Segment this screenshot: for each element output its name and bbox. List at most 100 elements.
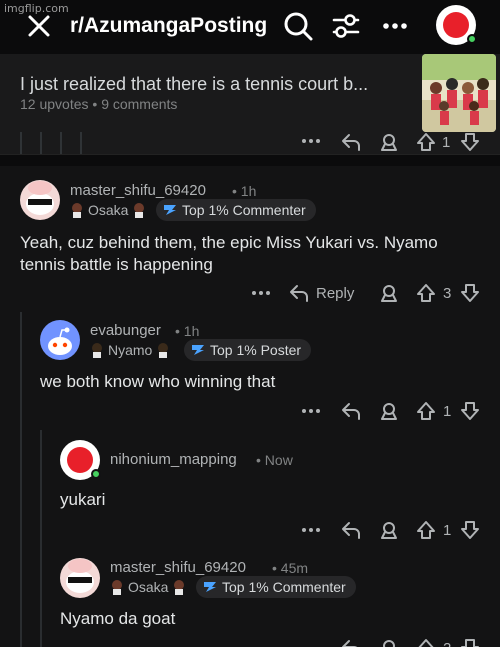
downvote-icon[interactable] [460, 520, 480, 540]
username[interactable]: master_shifu_69420 [70, 182, 206, 199]
vote-count: 3 [443, 285, 452, 302]
downvote-icon[interactable] [460, 401, 480, 421]
meta-separator: • [256, 452, 261, 468]
meta-separator: • [232, 183, 237, 199]
more-icon[interactable] [300, 523, 322, 537]
more-icon[interactable] [300, 404, 322, 418]
close-icon[interactable] [24, 11, 54, 41]
more-icon[interactable] [380, 12, 410, 40]
comment-meta: • 1h [232, 183, 256, 199]
award-icon[interactable] [378, 638, 400, 647]
comment-meta: • Now [256, 452, 293, 468]
post-thumbnail[interactable] [422, 54, 496, 132]
upvote-icon[interactable] [416, 401, 436, 421]
user-avatar[interactable] [436, 5, 477, 45]
thread-line [40, 430, 42, 647]
reply-button[interactable]: Reply [316, 285, 354, 302]
online-indicator [91, 469, 101, 479]
badge-text: Top 1% Commenter [182, 202, 306, 218]
nyamo-icon [158, 343, 169, 358]
badge: Top 1% Commenter [196, 576, 356, 598]
post-header[interactable]: I just realized that there is a tennis c… [0, 54, 500, 154]
reply-icon[interactable] [340, 638, 362, 647]
more-icon[interactable] [250, 286, 272, 300]
downvote-icon[interactable] [460, 283, 480, 303]
upvote-icon[interactable] [416, 132, 436, 152]
comment-count: 9 comments [101, 96, 178, 112]
comment-body: we both know who winning that [40, 372, 276, 391]
osaka-icon [112, 580, 122, 595]
commenter-badge-icon [164, 205, 176, 215]
snoo-icon [26, 181, 54, 215]
search-icon[interactable] [282, 10, 314, 42]
comment-time: 1h [240, 183, 257, 199]
avatar[interactable] [60, 440, 101, 480]
vote-count: 1 [443, 522, 452, 539]
user-flair: Nyamo [90, 342, 170, 358]
post-meta: 12 upvotes • 9 comments [20, 96, 177, 112]
comment-time: 1h [183, 323, 200, 339]
reply-icon[interactable] [340, 520, 362, 540]
subreddit-title[interactable]: r/AzumangaPosting [70, 14, 267, 38]
upvote-icon[interactable] [416, 520, 436, 540]
snoo-icon [66, 559, 94, 593]
vote-count: 1 [442, 134, 451, 151]
downvote-icon[interactable] [460, 132, 480, 152]
osaka-icon [134, 203, 145, 218]
avatar-dot [67, 447, 93, 473]
downvote-icon[interactable] [460, 638, 480, 647]
top-bar: r/AzumangaPosting [0, 0, 500, 54]
comment-line: Yeah, cuz behind them, the epic Miss Yuk… [20, 233, 438, 252]
reply-icon[interactable] [340, 132, 362, 152]
comment-line: tennis battle is happening [20, 255, 213, 274]
thread-line [20, 312, 22, 647]
meta-separator: • [272, 560, 277, 576]
thread-line [20, 132, 22, 154]
online-indicator [467, 34, 477, 44]
award-icon[interactable] [378, 283, 400, 303]
upvote-icon[interactable] [416, 638, 436, 647]
avatar[interactable] [20, 180, 60, 220]
flair-text: Nyamo [108, 342, 153, 358]
award-icon[interactable] [378, 520, 400, 540]
filter-icon[interactable] [330, 10, 362, 42]
comment-body: Yeah, cuz behind them, the epic Miss Yuk… [20, 232, 438, 276]
reply-icon[interactable] [340, 401, 362, 421]
badge-text: Top 1% Poster [210, 342, 302, 358]
comments-section: master_shifu_69420 • 1h Osaka Top 1% Com… [0, 166, 500, 647]
flair-text: Osaka [88, 202, 129, 218]
username[interactable]: master_shifu_69420 [110, 559, 246, 576]
meta-separator: • [92, 96, 98, 112]
comment-meta: • 45m [272, 560, 308, 576]
user-flair: Osaka [70, 202, 146, 218]
more-icon[interactable] [300, 134, 322, 148]
watermark: imgflip.com [4, 2, 69, 15]
comment-body: yukari [60, 490, 106, 509]
username[interactable]: evabunger [90, 322, 161, 339]
vote-count: 1 [443, 403, 452, 420]
badge: Top 1% Poster [184, 339, 312, 361]
reply-icon[interactable] [288, 283, 310, 303]
username[interactable]: nihonium_mapping [110, 451, 237, 468]
thread-line [80, 132, 82, 154]
upvote-count: 12 upvotes [20, 96, 89, 112]
comment-body: Nyamo da goat [60, 609, 176, 628]
poster-badge-icon [192, 345, 204, 355]
avatar[interactable] [60, 558, 100, 598]
osaka-icon [72, 203, 82, 218]
snoo-icon [48, 327, 72, 355]
post-title[interactable]: I just realized that there is a tennis c… [20, 74, 410, 95]
avatar[interactable] [40, 320, 80, 360]
thread-line [60, 132, 62, 154]
avatar-dot [443, 12, 469, 38]
comment-meta: • 1h [175, 323, 199, 339]
badge-text: Top 1% Commenter [222, 579, 346, 595]
upvote-icon[interactable] [416, 283, 436, 303]
badge: Top 1% Commenter [156, 199, 316, 221]
award-icon[interactable] [378, 401, 400, 421]
award-icon[interactable] [378, 132, 400, 152]
divider [0, 154, 500, 166]
nyamo-icon [92, 343, 102, 358]
comment-time: 45m [280, 560, 309, 576]
thread-line [40, 132, 42, 154]
